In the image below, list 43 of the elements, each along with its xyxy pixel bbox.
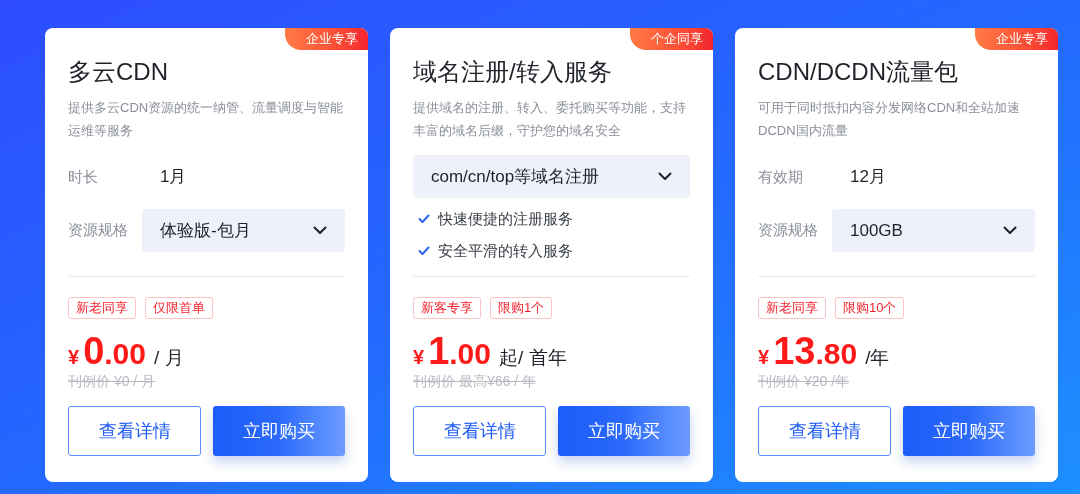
details-button[interactable]: 查看详情 (413, 406, 546, 456)
promo-tag: 仅限首单 (145, 297, 213, 319)
card-description: 提供域名的注册、转入、委托购买等功能，支持丰富的域名后缀，守护您的域名安全 (413, 99, 687, 140)
option-label: 有效期 (758, 166, 804, 187)
card-description: 提供多云CDN资源的统一纳管、流量调度与智能运维等服务 (68, 99, 345, 140)
card-title: CDN/DCDN流量包 (758, 57, 959, 87)
option-label: 时长 (68, 166, 99, 187)
option-label: 资源规格 (758, 220, 819, 241)
original-price: 刊例价 ¥20 /年 (758, 372, 851, 391)
option-label: 资源规格 (68, 220, 129, 241)
dropdown-select[interactable]: 体验版-包月 (142, 209, 345, 252)
dropdown-select[interactable]: com/cn/top等域名注册 (413, 155, 690, 198)
buy-button[interactable]: 立即购买 (903, 406, 1035, 456)
promo-tag: 新客专享 (413, 297, 481, 319)
original-price: 刊例价 最高¥66 / 年 (413, 372, 537, 391)
card-title: 多云CDN (68, 57, 169, 87)
option-value: 12月 (850, 166, 886, 189)
badge: 企业专享 (285, 28, 368, 50)
dropdown-select[interactable]: 100GB (832, 209, 1035, 252)
card-title: 域名注册/转入服务 (413, 57, 613, 87)
chevron-down-icon (313, 226, 327, 235)
badge: 个企同享 (630, 28, 713, 50)
price: ¥0.00 / 月 (68, 331, 185, 371)
card-description: 可用于同时抵扣内容分发网络CDN和全站加速DCDN国内流量 (758, 99, 1022, 140)
details-button[interactable]: 查看详情 (758, 406, 891, 456)
promo-tag: 限购1个 (490, 297, 553, 319)
promo-tag: 新老同享 (68, 297, 136, 319)
option-value: 1月 (160, 166, 187, 189)
feature-text: 安全平滑的转入服务 (438, 240, 573, 261)
price: ¥13.80 /年 (758, 331, 891, 371)
details-button[interactable]: 查看详情 (68, 406, 201, 456)
promo-tag: 限购10个 (835, 297, 905, 319)
badge: 企业专享 (975, 28, 1058, 50)
original-price: 刊例价 ¥0 / 月 (68, 372, 157, 391)
check-icon (418, 214, 430, 224)
chevron-down-icon (1003, 226, 1017, 235)
promo-tag: 新老同享 (758, 297, 826, 319)
chevron-down-icon (658, 172, 672, 181)
price: ¥1.00 起/ 首年 (413, 331, 568, 371)
buy-button[interactable]: 立即购买 (558, 406, 690, 456)
buy-button[interactable]: 立即购买 (213, 406, 345, 456)
check-icon (418, 246, 430, 256)
feature-text: 快速便捷的注册服务 (438, 208, 573, 229)
